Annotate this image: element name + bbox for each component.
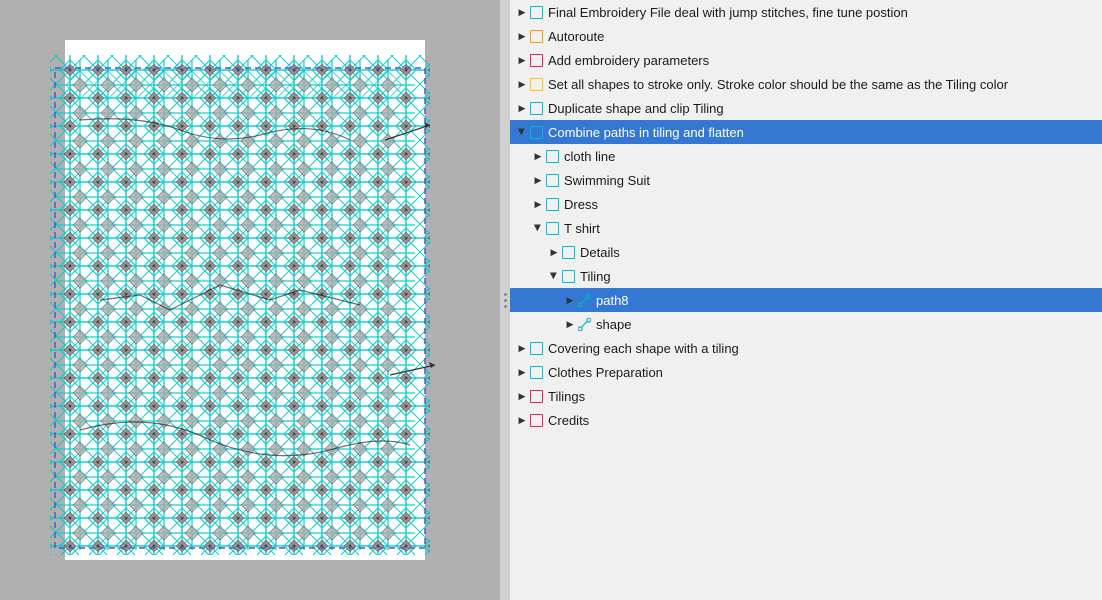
tree-item-label: Add embroidery parameters [548,53,709,68]
tree-item-swimming-suit[interactable]: ▶ Swimming Suit [510,168,1102,192]
expand-arrow[interactable]: ▶ [562,316,578,332]
tree-item-label: T shirt [564,221,600,236]
expand-arrow[interactable]: ▶ [514,388,530,404]
expand-arrow[interactable]: ▶ [514,100,530,116]
tiling-pattern [0,0,500,600]
tree-item-label: Final Embroidery File deal with jump sti… [548,5,908,20]
tree-item-dress[interactable]: ▶ Dress [510,192,1102,216]
tree-item-autoroute[interactable]: ▶ Autoroute [510,24,1102,48]
tree-item-label: Tilings [548,389,585,404]
tree-item-shape[interactable]: ▶ shape [510,312,1102,336]
folder-icon [546,150,559,163]
folder-icon [546,222,559,235]
tree-item-label: cloth line [564,149,615,164]
folder-icon [530,102,543,115]
tree-item-add-embroidery[interactable]: ▶ Add embroidery parameters [510,48,1102,72]
tree-item-label: path8 [596,293,629,308]
tree-item-label: Set all shapes to stroke only. Stroke co… [548,77,1008,92]
expand-arrow[interactable]: ▶ [514,412,530,428]
tree-item-credits[interactable]: ▶ Credits [510,408,1102,432]
expand-arrow[interactable]: ▶ [562,292,578,308]
path-icon [578,318,591,331]
tree-item-tiling[interactable]: ▶ Tiling [510,264,1102,288]
panel-divider[interactable] [500,0,510,600]
expand-arrow[interactable]: ▶ [530,148,546,164]
tree-item-duplicate-shape[interactable]: ▶ Duplicate shape and clip Tiling [510,96,1102,120]
layer-panel: ▶ Final Embroidery File deal with jump st… [510,0,1102,600]
tree-item-label: Combine paths in tiling and flatten [548,125,744,140]
expand-arrow[interactable]: ▶ [514,340,530,356]
tree-item-t-shirt[interactable]: ▶ T shirt [510,216,1102,240]
folder-icon [546,198,559,211]
tree-item-label: Dress [564,197,598,212]
tree-item-label: Autoroute [548,29,604,44]
folder-icon [562,246,575,259]
expand-arrow[interactable]: ▶ [530,196,546,212]
tree-item-combine-paths[interactable]: ▶ Combine paths in tiling and flatten [510,120,1102,144]
path-icon [578,294,591,307]
tree-item-clothes-prep[interactable]: ▶ Clothes Preparation [510,360,1102,384]
expand-arrow[interactable]: ▶ [546,268,562,284]
folder-icon [530,54,543,67]
expand-arrow[interactable]: ▶ [514,124,530,140]
folder-icon [546,174,559,187]
tree-item-label: Covering each shape with a tiling [548,341,739,356]
folder-icon [530,78,543,91]
expand-arrow[interactable]: ▶ [514,364,530,380]
tree-item-final-embroidery[interactable]: ▶ Final Embroidery File deal with jump st… [510,0,1102,24]
tree-item-label: Details [580,245,620,260]
folder-icon [530,6,543,19]
tree-item-cloth-line[interactable]: ▶ cloth line [510,144,1102,168]
tree-item-covering[interactable]: ▶ Covering each shape with a tiling [510,336,1102,360]
expand-arrow[interactable]: ▶ [514,76,530,92]
tree-item-path8[interactable]: ▶ path8 [510,288,1102,312]
tree-item-label: Tiling [580,269,611,284]
folder-icon [530,414,543,427]
expand-arrow[interactable]: ▶ [514,28,530,44]
expand-arrow[interactable]: ▶ [514,52,530,68]
expand-arrow[interactable]: ▶ [514,4,530,20]
tree-item-label: Swimming Suit [564,173,650,188]
tree-item-set-shapes[interactable]: ▶ Set all shapes to stroke only. Stroke c… [510,72,1102,96]
tree-item-label: Credits [548,413,589,428]
tree-item-label: shape [596,317,631,332]
folder-icon [530,366,543,379]
tree-item-tilings[interactable]: ▶ Tilings [510,384,1102,408]
divider-handle [504,293,507,308]
folder-icon [530,30,543,43]
expand-arrow[interactable]: ▶ [546,244,562,260]
tree-item-label: Clothes Preparation [548,365,663,380]
expand-arrow[interactable]: ▶ [530,220,546,236]
folder-icon [530,390,543,403]
tree-item-details[interactable]: ▶ Details [510,240,1102,264]
folder-icon [562,270,575,283]
tree-item-label: Duplicate shape and clip Tiling [548,101,724,116]
expand-arrow[interactable]: ▶ [530,172,546,188]
folder-icon [530,342,543,355]
folder-icon [530,126,543,139]
canvas-area [0,0,500,600]
